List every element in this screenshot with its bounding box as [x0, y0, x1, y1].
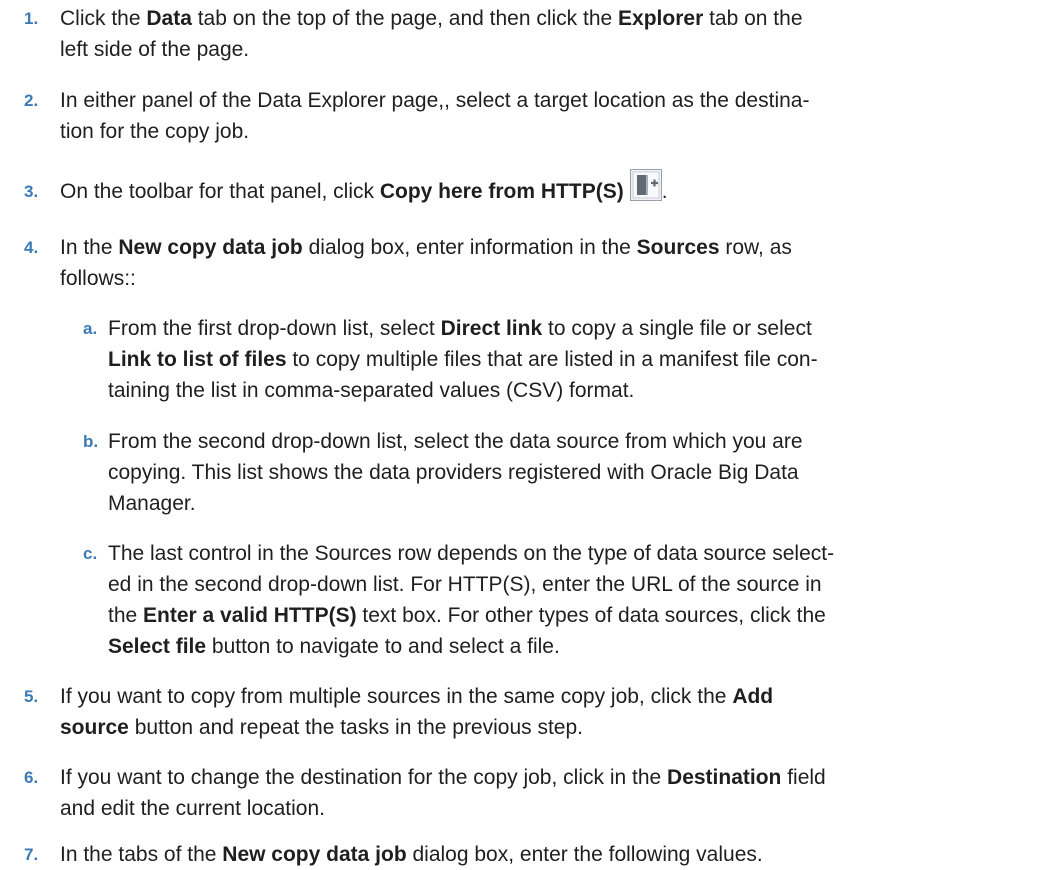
- copy-here-from-http-icon: [629, 169, 662, 202]
- step-text: If you want to change the destination fo…: [60, 766, 826, 820]
- step-number: 5.: [24, 687, 39, 706]
- step-text: In either panel of the Data Explorer pag…: [60, 89, 810, 143]
- substep-letter: c.: [83, 544, 98, 563]
- explorer-tab-label: Explorer: [618, 7, 704, 30]
- step-text: On the toolbar for that panel, click Cop…: [60, 169, 1035, 208]
- step-text: If you want to copy from multiple source…: [60, 685, 774, 739]
- substep-letter: b.: [83, 432, 99, 451]
- step-text: Click the Data tab on the top of the pag…: [60, 7, 803, 61]
- step-text: From the second drop-down list, select t…: [108, 430, 803, 515]
- substep-letter: a.: [83, 319, 98, 338]
- step-number: 3.: [24, 182, 39, 201]
- step-number: 2.: [24, 91, 39, 110]
- step-number: 7.: [24, 845, 39, 864]
- step-text: The last control in the Sources row depe…: [108, 542, 835, 658]
- step-text: In the tabs of the New copy data job dia…: [60, 843, 763, 866]
- data-tab-label: Data: [146, 7, 192, 30]
- step-text: In the New copy data job dialog box, ent…: [60, 236, 792, 290]
- step-number: 6.: [24, 768, 39, 787]
- step-number: 1.: [24, 9, 39, 28]
- step-text: From the first drop-down list, select Di…: [108, 317, 818, 402]
- copy-here-from-http-label: Copy here from HTTP(S): [379, 180, 624, 203]
- step-number: 4.: [24, 238, 39, 257]
- document-page: 1. Click the Data tab on the top of the …: [0, 0, 1042, 869]
